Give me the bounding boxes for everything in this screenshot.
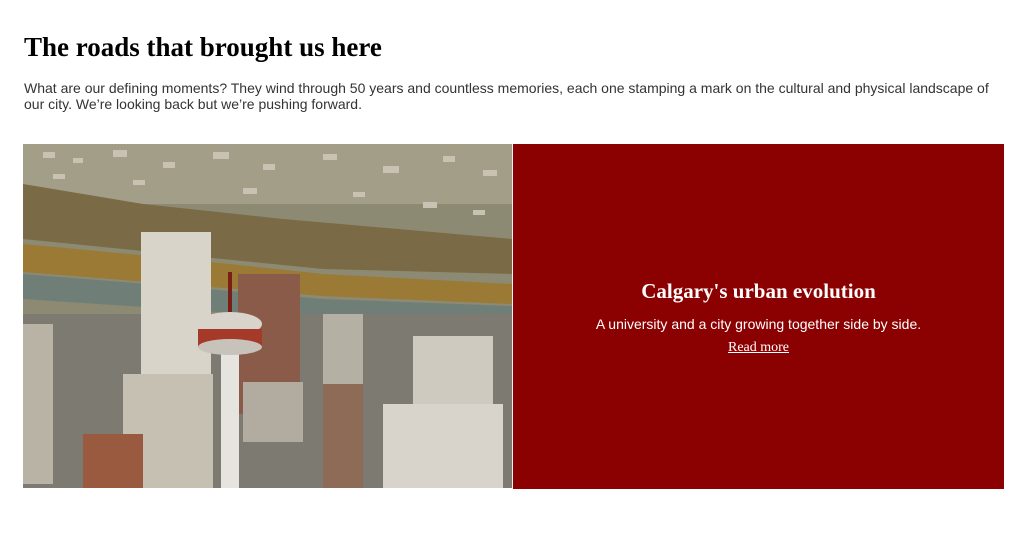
calgary-aerial-photo xyxy=(23,144,512,488)
feature-card: Calgary's urban evolution A university a… xyxy=(23,144,1004,489)
section-intro: What are our defining moments? They wind… xyxy=(24,80,989,112)
feature-description: A university and a city growing together… xyxy=(595,315,922,332)
feature-panel: Calgary's urban evolution A university a… xyxy=(513,144,1004,489)
page: The roads that brought us here What are … xyxy=(0,0,1026,543)
feature-title: Calgary's urban evolution xyxy=(641,278,876,303)
read-more-link[interactable]: Read more xyxy=(728,339,789,357)
section-heading: The roads that brought us here xyxy=(24,32,382,62)
